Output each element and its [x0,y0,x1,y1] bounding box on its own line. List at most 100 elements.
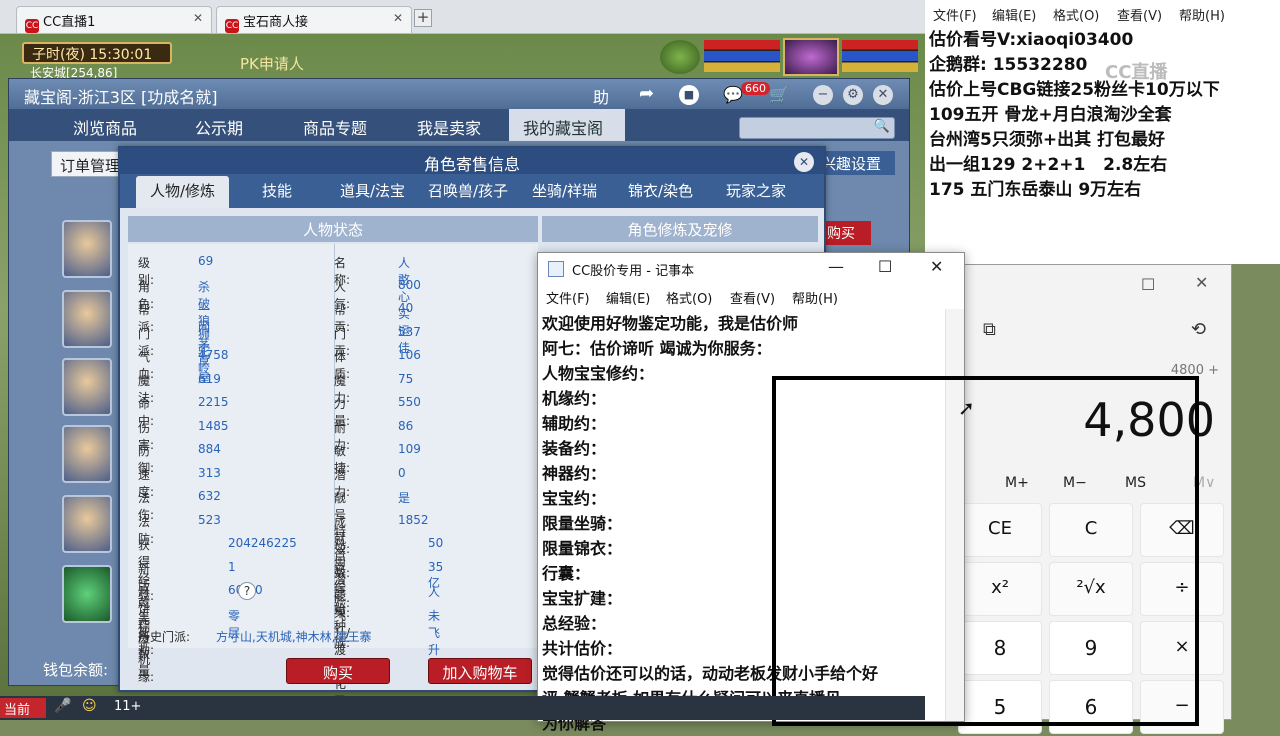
maximize-icon[interactable]: ☐ [878,257,892,276]
character-portrait[interactable] [62,495,112,553]
character-portrait[interactable] [62,290,112,348]
add-to-cart-button[interactable]: 加入购物车 [428,658,532,684]
stat-value: 是 [398,491,411,505]
browser-tab-2[interactable]: CC 宝石商人接 ✕ [216,6,412,33]
pet-status-bars [704,40,780,72]
share-icon[interactable]: ➦ [639,83,654,104]
notepad-title: CC股价专用 - 记事本 [572,264,695,279]
notes-line: 估价看号V:xiaoqi03400 [929,30,1134,50]
notes-text[interactable]: 估价看号V:xiaoqi03400 企鹅群: 15532280 估价上号CBG链接2… [929,28,1220,203]
stat-value: 86 [398,418,414,433]
stat-value: 75 [398,371,414,386]
wallet-label: 钱包余额: [43,661,109,679]
stat-value: 204246225 [228,536,297,550]
notes-line: 企鹅群: 15532280 [929,55,1088,75]
stat-value: 未飞升 [428,608,441,657]
history-value: 方寸山,天机城,神木林,魔王寨 [216,630,372,644]
help-icon[interactable]: ? [238,582,256,600]
menu-edit[interactable]: 编辑(E) [992,5,1036,24]
message-icon[interactable]: 💬 [723,85,743,104]
buy-button[interactable]: 购买 [286,658,390,684]
tab-pets[interactable]: 召唤兽/孩子 [428,180,508,201]
tab-home[interactable]: 玩家之家 [726,180,786,201]
record-icon[interactable]: ■ [679,85,699,105]
search-icon[interactable]: 🔍 [874,119,890,134]
minimize-icon[interactable]: — [828,257,844,276]
close-icon[interactable]: ✕ [193,11,203,25]
pet-avatar[interactable] [660,40,700,74]
stat-value: 2215 [198,395,229,409]
history-icon[interactable]: ⟲ [1191,319,1206,340]
stat-value: 537 [398,324,421,339]
close-icon[interactable]: ✕ [930,257,943,276]
menu-format[interactable]: 格式(O) [1053,5,1099,24]
stat-value: 69 [198,254,214,268]
emote-icon[interactable]: ☺ [82,698,97,714]
stat-value: 884 [198,442,221,456]
menu-help[interactable]: 帮助(H) [1179,5,1225,24]
current-channel[interactable]: 当前 [0,698,46,718]
tab-person[interactable]: 人物/修炼 [136,176,230,208]
notepad-line: 阿七：估价谛听 竭诚为你服务： [542,339,772,358]
gear-icon[interactable]: ⚙ [843,85,863,105]
maximize-icon[interactable]: ☐ [1141,275,1155,294]
status-table [128,244,538,648]
nav-public[interactable]: 公示期 [195,115,243,139]
menu-file[interactable]: 文件(F) [546,288,590,307]
stat-value: 523 [198,512,221,527]
interest-settings-button[interactable]: 兴趣设置 [815,151,895,175]
close-icon[interactable]: ✕ [1195,273,1208,292]
menu-edit[interactable]: 编辑(E) [606,288,650,307]
menu-file[interactable]: 文件(F) [933,5,977,24]
stat-value: 106 [398,348,421,362]
keep-on-top-icon[interactable]: ⧉ [983,319,996,340]
stat-value: 109 [398,442,421,456]
pk-label[interactable]: PK申请人 [240,53,304,74]
side-buy-button[interactable]: 购买 [819,221,871,245]
browser-tab-bar: CC CC直播1 ✕ CC 宝石商人接 ✕ + [0,0,925,34]
history-label: 历史门派: [138,630,191,644]
notes-line: 109五开 骨龙+月白浪淘沙全套 [929,105,1172,125]
menu-view[interactable]: 查看(V) [1117,5,1162,24]
cc-logo-icon: CC [225,19,239,33]
search-input[interactable]: 🔍 [739,117,895,139]
jade-ring-icon[interactable] [62,565,112,623]
player-avatar[interactable] [783,38,839,76]
watermark: CC直播 [1105,62,1168,83]
mouse-cursor-icon: ➚ [958,396,975,420]
mic-icon[interactable]: 🎤 [54,698,71,714]
nav-topics[interactable]: 商品专题 [303,115,367,139]
section-training: 角色修炼及宠修 [542,216,818,242]
stat-value: 4758 [198,348,229,362]
game-clock: 子时(夜) 15:30:01 [22,42,172,64]
new-tab-button[interactable]: + [414,9,432,27]
cart-icon[interactable]: 🛒 [769,85,789,104]
help-button[interactable]: 助 [593,84,609,108]
close-icon[interactable]: ✕ [794,152,814,172]
game-taskbar: 当前 🎤 ☺ 11+ [0,696,925,720]
character-portrait[interactable] [62,425,112,483]
close-icon[interactable]: ✕ [393,11,403,25]
notes-menu: 文件(F) 编辑(E) 格式(O) 查看(V) 帮助(H) [925,0,1280,26]
minimize-icon[interactable]: − [813,85,833,105]
tab-items[interactable]: 道具/法宝 [340,180,405,201]
character-portrait[interactable] [62,220,112,278]
nav-browse[interactable]: 浏览商品 [73,115,137,139]
character-portrait[interactable] [62,358,112,416]
cc-logo-icon: CC [25,19,39,33]
tab-outfits[interactable]: 锦衣/染色 [628,180,693,201]
tab-skills[interactable]: 技能 [262,180,292,201]
menu-view[interactable]: 查看(V) [730,288,775,307]
menu-help[interactable]: 帮助(H) [792,288,838,307]
notepad-menu: 文件(F) 编辑(E) 格式(O) 查看(V) 帮助(H) [538,283,964,309]
nav-my-cbg[interactable]: 我的藏宝阁 [509,109,625,141]
dialog-title: 角色寄售信息 [120,148,824,174]
nav-seller[interactable]: 我是卖家 [417,115,481,139]
stat-value: 550 [398,395,421,409]
close-icon[interactable]: ✕ [873,85,893,105]
cart-badge: 660 [741,82,770,95]
level-label: 11+ [114,699,142,714]
browser-tab-1[interactable]: CC CC直播1 ✕ [16,6,212,33]
menu-format[interactable]: 格式(O) [666,288,712,307]
tab-mounts[interactable]: 坐骑/祥瑞 [532,180,597,201]
